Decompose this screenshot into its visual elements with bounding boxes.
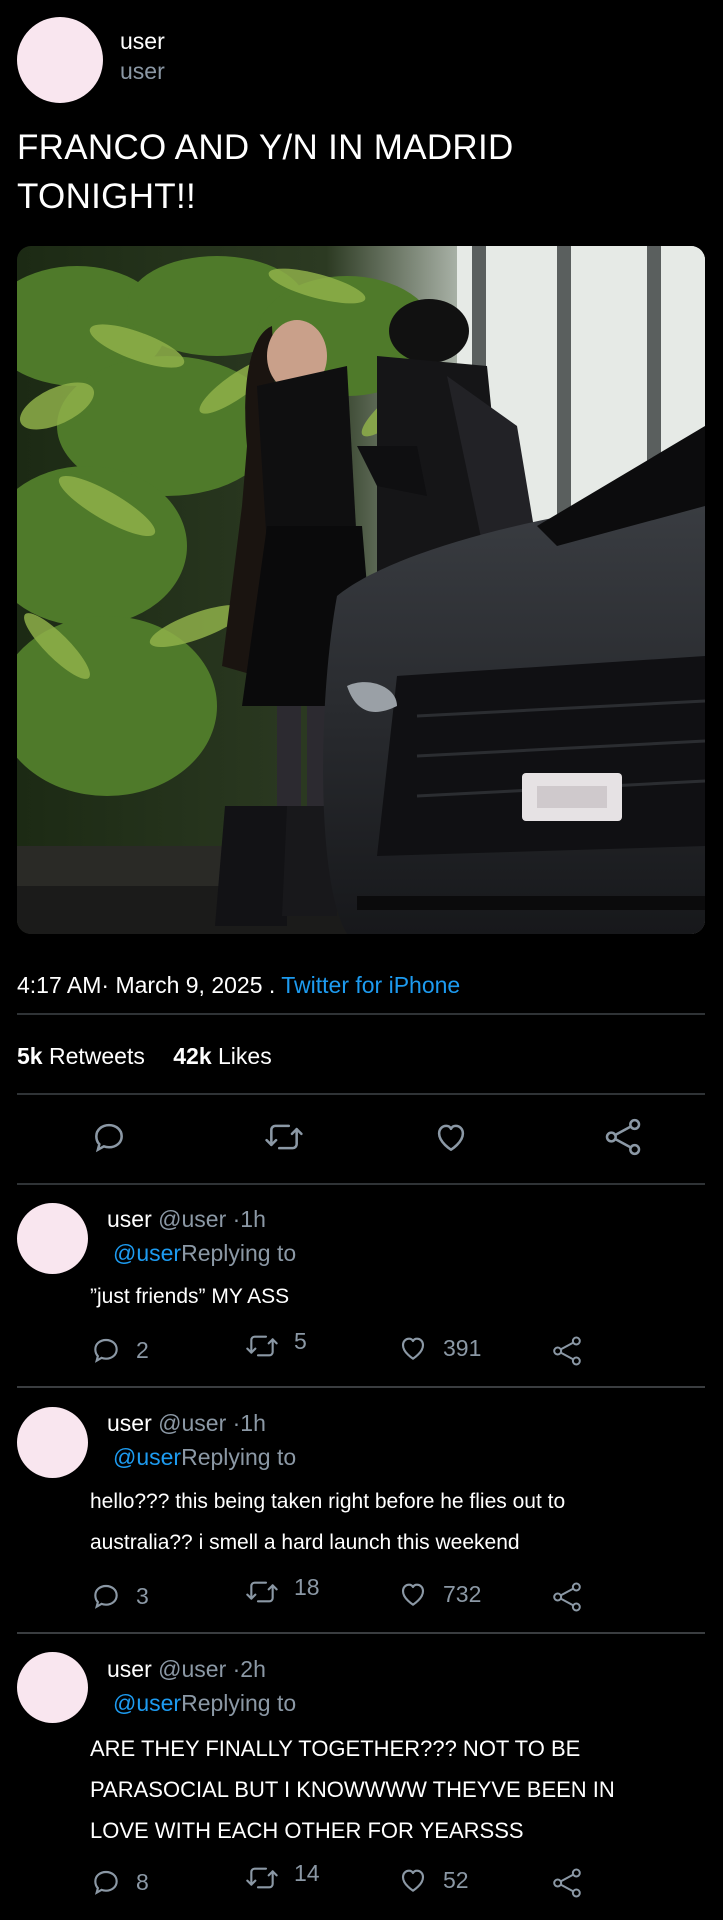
reply-author-handle[interactable]: @user bbox=[158, 1206, 226, 1232]
reply-count: 3 bbox=[136, 1582, 149, 1609]
reply-time: ·1h bbox=[232, 1410, 266, 1436]
retweet-label: Retweets bbox=[48, 1043, 145, 1069]
share-icon bbox=[553, 1868, 581, 1898]
reply-header: user @user ·1h bbox=[107, 1206, 266, 1233]
tweet-time: 4:17 AM bbox=[17, 972, 102, 998]
reply-header: user @user ·2h bbox=[107, 1656, 266, 1683]
reply-action-share[interactable] bbox=[551, 1866, 583, 1900]
like-count: 42k bbox=[173, 1043, 212, 1069]
reply-action-like[interactable]: 52 bbox=[397, 1864, 469, 1896]
reply-action-reply[interactable]: 3 bbox=[90, 1580, 149, 1612]
reply-action-retweet[interactable]: 14 bbox=[244, 1859, 320, 1894]
tweet-time-separator: · bbox=[101, 972, 110, 998]
reply-text-line: PARASOCIAL BUT I KNOWWWW THEYVE BEEN IN bbox=[90, 1777, 615, 1802]
like-stat[interactable]: 42k Likes bbox=[173, 1043, 271, 1069]
like-icon bbox=[437, 1124, 465, 1151]
reply-action-retweet[interactable]: 18 bbox=[244, 1573, 320, 1608]
divider bbox=[17, 1093, 705, 1095]
reply-action-reply[interactable]: 8 bbox=[90, 1866, 149, 1898]
retweet-button[interactable] bbox=[263, 1118, 307, 1158]
replying-to-label: Replying to bbox=[181, 1690, 297, 1716]
reply-author-name[interactable]: user bbox=[107, 1656, 152, 1682]
retweet-stat[interactable]: 5k Retweets bbox=[17, 1043, 145, 1069]
reply-author-name[interactable]: user bbox=[107, 1206, 152, 1232]
reply-action-reply[interactable]: 2 bbox=[90, 1334, 149, 1366]
retweet-icon bbox=[246, 1867, 278, 1889]
reply-avatar[interactable] bbox=[17, 1203, 88, 1274]
reply-avatar[interactable] bbox=[17, 1652, 88, 1723]
reply-icon bbox=[94, 1584, 118, 1609]
reply-time: ·1h bbox=[232, 1206, 266, 1232]
like-label: Likes bbox=[218, 1043, 272, 1069]
retweet-icon bbox=[265, 1124, 303, 1150]
avatar[interactable] bbox=[17, 17, 103, 103]
reply-text-line: australia?? i smell a hard launch this w… bbox=[90, 1531, 520, 1554]
reply-icon bbox=[94, 1338, 118, 1363]
retweet-count: 14 bbox=[294, 1859, 320, 1886]
like-icon bbox=[401, 1337, 425, 1360]
reply-mention-link[interactable]: @user bbox=[113, 1690, 181, 1716]
reply-text: ”just friends” MY ASS bbox=[90, 1285, 290, 1308]
divider bbox=[17, 1013, 705, 1015]
reply-count: 2 bbox=[136, 1336, 149, 1363]
like-icon bbox=[401, 1583, 425, 1606]
photo-illustration bbox=[17, 246, 705, 934]
reply-text-line: LOVE WITH EACH OTHER FOR YEARSSS bbox=[90, 1818, 524, 1843]
divider bbox=[17, 1632, 705, 1634]
tweet-text-line-1: FRANCO AND Y/N IN MADRID bbox=[17, 128, 514, 167]
tweet-photo[interactable] bbox=[17, 246, 705, 934]
divider bbox=[17, 1183, 705, 1185]
reply-mention-link[interactable]: @user bbox=[113, 1444, 181, 1470]
reply-time: ·2h bbox=[232, 1656, 266, 1682]
retweet-count: 18 bbox=[294, 1573, 320, 1600]
reply-action-share[interactable] bbox=[551, 1334, 583, 1368]
reply-button[interactable] bbox=[90, 1118, 130, 1158]
replying-to-label: Replying to bbox=[181, 1444, 297, 1470]
share-icon bbox=[553, 1336, 581, 1366]
reply-context: @userReplying to bbox=[113, 1444, 296, 1471]
reply-mention-link[interactable]: @user bbox=[113, 1240, 181, 1266]
reply-count: 8 bbox=[136, 1868, 149, 1895]
retweet-count: 5k bbox=[17, 1043, 43, 1069]
share-button[interactable] bbox=[603, 1116, 643, 1160]
reply-author-name[interactable]: user bbox=[107, 1410, 152, 1436]
like-button[interactable] bbox=[432, 1118, 472, 1158]
reply-context: @userReplying to bbox=[113, 1240, 296, 1267]
reply-text-line: hello??? this being taken right before h… bbox=[90, 1490, 566, 1513]
reply-author-handle[interactable]: @user bbox=[158, 1410, 226, 1436]
divider bbox=[17, 1386, 705, 1388]
tweet-stats: 5k Retweets 42k Likes bbox=[17, 1043, 272, 1070]
tweet-timestamp: 4:17 AM· March 9, 2025 . Twitter for iPh… bbox=[17, 972, 460, 999]
retweet-count: 5 bbox=[294, 1327, 307, 1354]
like-count: 732 bbox=[443, 1580, 482, 1607]
reply-avatar[interactable] bbox=[17, 1407, 88, 1478]
reply-header: user @user ·1h bbox=[107, 1410, 266, 1437]
tweet-source-link[interactable]: Twitter for iPhone bbox=[281, 972, 460, 998]
username[interactable]: user bbox=[120, 58, 165, 85]
share-icon bbox=[553, 1582, 581, 1612]
reply-action-like[interactable]: 732 bbox=[397, 1578, 481, 1610]
reply-author-handle[interactable]: @user bbox=[158, 1656, 226, 1682]
reply-action-retweet[interactable]: 5 bbox=[244, 1327, 307, 1362]
reply-icon bbox=[94, 1870, 118, 1895]
like-icon bbox=[401, 1869, 425, 1892]
reply-action-share[interactable] bbox=[551, 1580, 583, 1614]
tweet-date: March 9, 2025 . bbox=[115, 972, 276, 998]
reply-action-like[interactable]: 391 bbox=[397, 1332, 481, 1364]
like-count: 52 bbox=[443, 1866, 469, 1893]
reply-icon bbox=[95, 1123, 123, 1153]
tweet-text-line-2: TONIGHT!! bbox=[17, 177, 196, 216]
like-count: 391 bbox=[443, 1334, 482, 1361]
replying-to-label: Replying to bbox=[181, 1240, 297, 1266]
retweet-icon bbox=[246, 1581, 278, 1603]
share-icon bbox=[605, 1118, 641, 1156]
retweet-icon bbox=[246, 1335, 278, 1357]
reply-context: @userReplying to bbox=[113, 1690, 296, 1717]
reply-text-line: ARE THEY FINALLY TOGETHER??? NOT TO BE bbox=[90, 1736, 581, 1761]
display-name[interactable]: user bbox=[120, 28, 165, 55]
